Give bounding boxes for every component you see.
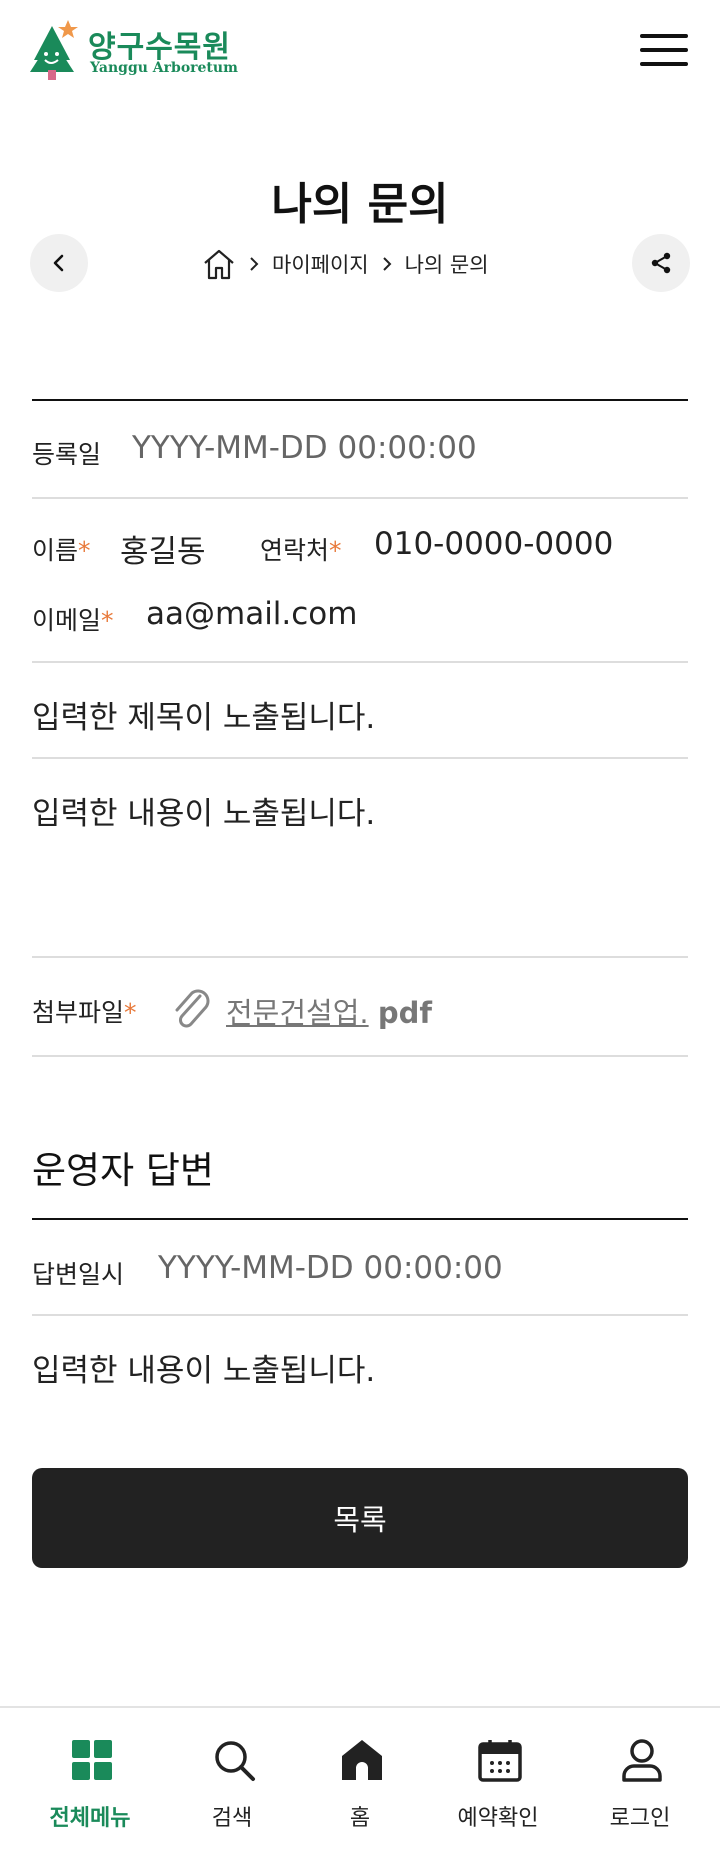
nav-label: 예약확인	[457, 1806, 539, 1831]
divider	[32, 1218, 688, 1220]
nav-label: 검색	[211, 1806, 253, 1831]
inquiry-subject: 입력한 제목이 노출됩니다.	[32, 700, 376, 736]
nav-item-login[interactable]: 로그인	[570, 1708, 710, 1852]
breadcrumb: 마이페이지 나의 문의	[202, 244, 489, 284]
page-title: 나의 문의	[271, 179, 449, 230]
email-label: 이메일*	[32, 606, 114, 635]
back-button[interactable]	[30, 234, 88, 292]
divider	[32, 1055, 688, 1057]
nav-item-search[interactable]: 검색	[162, 1708, 302, 1852]
nav-label: 로그인	[609, 1806, 671, 1831]
divider	[32, 497, 688, 499]
share-button[interactable]	[632, 234, 690, 292]
divider	[32, 661, 688, 663]
hamburger-menu-icon	[640, 34, 688, 38]
contact-value: 010-0000-0000	[374, 526, 614, 562]
name-value: 홍길동	[120, 534, 206, 570]
nav-item-reservation[interactable]: 예약확인	[428, 1708, 568, 1852]
nav-item-home[interactable]: 홈	[290, 1708, 430, 1852]
answer-content: 입력한 내용이 노출됩니다.	[32, 1353, 376, 1389]
answer-section-title: 운영자 답변	[32, 1149, 214, 1192]
list-button-label: 목록	[333, 1503, 387, 1537]
divider	[32, 399, 688, 401]
registered-date-value: YYYY-MM-DD 00:00:00	[132, 430, 477, 466]
breadcrumb-current[interactable]: 나의 문의	[405, 249, 489, 279]
email-value: aa@mail.com	[146, 596, 358, 632]
contact-label: 연락처*	[260, 536, 342, 565]
user-icon	[622, 1739, 662, 1782]
chevron-right-icon	[381, 256, 393, 272]
breadcrumb-mypage[interactable]: 마이페이지	[272, 249, 369, 279]
nav-item-all-menu[interactable]: 전체메뉴	[20, 1708, 160, 1852]
home-icon[interactable]	[202, 248, 236, 280]
tree-logo-icon	[30, 20, 78, 80]
nav-label: 홈	[349, 1806, 371, 1831]
calendar-icon	[478, 1740, 522, 1782]
search-icon	[215, 1741, 255, 1781]
grid-icon	[72, 1740, 112, 1780]
nav-label: 전체메뉴	[49, 1806, 131, 1831]
home-icon	[342, 1740, 382, 1780]
name-label: 이름*	[32, 536, 91, 565]
paperclip-icon	[175, 989, 210, 1028]
chevron-right-icon	[248, 256, 260, 272]
attachment-file-link[interactable]: 전문건설업. pdf	[226, 990, 432, 1032]
registered-date-label: 등록일	[32, 440, 102, 469]
logo[interactable]: 양구수목원 Yanggu Arboretum	[30, 20, 250, 82]
share-icon	[651, 252, 671, 274]
hamburger-menu-button[interactable]	[638, 30, 690, 70]
bottom-nav: 전체메뉴 검색 홈 예약확인 로그인	[0, 1706, 720, 1852]
answer-date-label: 답변일시	[32, 1260, 125, 1289]
divider	[32, 1314, 688, 1316]
divider	[32, 956, 688, 958]
inquiry-content: 입력한 내용이 노출됩니다.	[32, 796, 376, 832]
chevron-left-icon	[53, 254, 64, 272]
logo-title-en: Yanggu Arboretum	[90, 60, 238, 76]
header: 양구수목원 Yanggu Arboretum	[0, 0, 720, 110]
divider	[32, 757, 688, 759]
answer-date-value: YYYY-MM-DD 00:00:00	[158, 1250, 503, 1286]
list-button[interactable]: 목록	[32, 1468, 688, 1568]
attachment-label: 첨부파일*	[32, 998, 137, 1027]
